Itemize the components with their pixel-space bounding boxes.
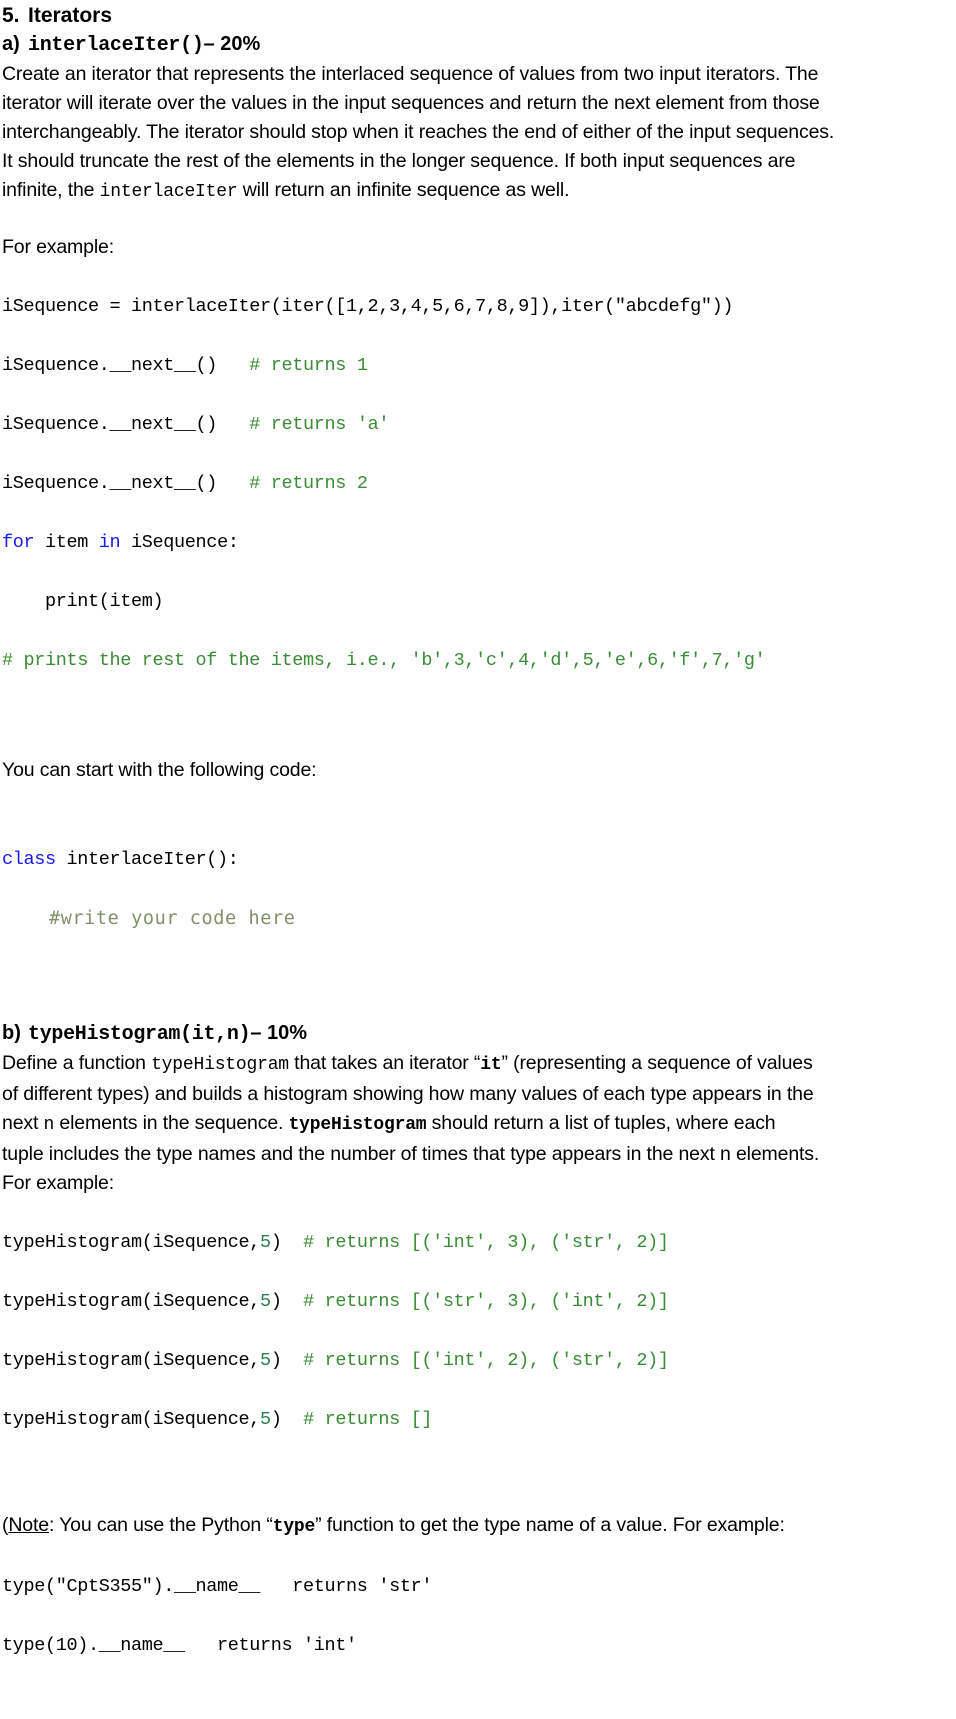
code-line: iSequence.__next__() # returns 1 [2,351,956,381]
part-b-example-intro: For example: [2,1172,114,1194]
inline-code: it [480,1055,502,1075]
inline-code: n [43,1115,55,1135]
inline-code: type [272,1517,316,1537]
desc-text: Define a function [2,1052,152,1074]
note-line: (Note: You can use the Python “type” fun… [2,1511,956,1542]
part-b-note: (Note: You can use the Python “type” fun… [2,1511,956,1542]
code-text: iSequence.__next__() [2,472,250,494]
desc-line: interchangeably. The iterator should sto… [2,121,835,143]
code-line: typeHistogram(iSequence,5) # returns [('… [2,1287,956,1317]
part-a-starter-intro: You can start with the following code: [2,759,317,781]
desc-text: ” (representing a sequence of values [501,1052,813,1074]
assignment-document: 5. Iterators a) interlaceIter()– 20% Creat… [0,0,956,1656]
desc-line: tuple includes the type names and the nu… [2,1143,820,1165]
part-a-starter-intro-wrap: You can start with the following code: [2,756,956,785]
code-text: type("CptS355").__name__ returns 'str' [2,1575,433,1597]
part-b-description: Define a function typeHistogram that tak… [2,1049,956,1198]
desc-text: that takes an iterator “ [288,1052,481,1074]
code-text: iSequence = interlaceIter(iter([1,2,3,4,… [2,295,734,317]
code-line: iSequence.__next__() # returns 2 [2,469,956,499]
part-a-example-intro: For example: [2,236,114,258]
inline-code: interlaceIter [99,182,238,202]
code-placeholder-comment: #write your code here [2,907,296,929]
code-line: type("CptS355").__name__ returns 'str' [2,1572,956,1602]
code-line: print(item) [2,587,956,617]
desc-text: elements in the sequence. [54,1112,289,1134]
code-text: typeHistogram(iSequence, [2,1290,261,1312]
code-line-placeholder: #write your code here [2,904,956,935]
code-line: # prints the rest of the items, i.e., 'b… [2,646,956,676]
code-line: typeHistogram(iSequence,5) # returns [('… [2,1228,956,1258]
code-text: iSequence: [120,531,239,553]
note-code-block: type("CptS355").__name__ returns 'str' t… [2,1542,956,1719]
code-text: item [34,531,99,553]
part-b-weight: – 10% [250,1022,308,1044]
code-line-class: class interlaceIter(): [2,845,956,875]
desc-line: of different types) and builds a histogr… [2,1083,814,1105]
code-comment: # returns [] [303,1408,433,1430]
code-text: ) [270,1349,304,1371]
desc-text: next [2,1112,44,1134]
code-line: typeHistogram(iSequence,5) # returns [('… [2,1346,956,1376]
code-text: type(10).__name__ returns 'int' [2,1634,357,1656]
code-line: iSequence.__next__() # returns 'a' [2,410,956,440]
code-text: ) [270,1290,304,1312]
code-text: print(item) [2,590,164,612]
code-text: iSequence.__next__() [2,413,250,435]
code-text: interlaceIter(): [55,848,239,870]
code-line: typeHistogram(iSequence,5) # returns [] [2,1405,956,1435]
section-number: 5. [2,4,20,27]
part-b-label: b) [2,1022,21,1044]
part-a-code-block: iSequence = interlaceIter(iter([1,2,3,4,… [2,262,956,734]
section-title: Iterators [28,4,113,27]
code-comment: # returns 'a' [249,413,390,435]
code-comment: # returns 2 [249,472,368,494]
code-comment: # returns [('str', 3), ('int', 2)] [303,1290,669,1312]
keyword-in: in [98,531,121,553]
code-text: typeHistogram(iSequence, [2,1408,261,1430]
code-number-arg: 5 [260,1231,271,1253]
code-comment: # returns [('int', 2), ('str', 2)] [303,1349,669,1371]
part-a-weight: – 20% [203,33,261,55]
part-a-heading: a) interlaceIter()– 20% [2,30,956,60]
part-a-label: a) [2,33,20,55]
section-heading: 5. Iterators [2,2,956,30]
note-text: ” function to get the type name of a val… [315,1514,785,1536]
desc-line: Create an iterator that represents the i… [2,63,819,85]
code-comment: # prints the rest of the items, i.e., 'b… [2,649,766,671]
code-number-arg: 5 [260,1349,271,1371]
part-a-starter-code: class interlaceIter(): #write your code … [2,815,956,993]
note-label: Note [8,1514,49,1536]
inline-code: typeHistogram [288,1115,427,1135]
desc-line-final: infinite, the interlaceIter will return … [2,176,956,207]
part-b-signature: typeHistogram(it,n) [28,1023,251,1046]
desc-text: will return an infinite sequence as well… [237,179,570,201]
code-comment: # returns 1 [249,354,368,376]
code-text: ) [270,1408,304,1430]
code-text: iSequence.__next__() [2,354,250,376]
code-line-for: for item in iSequence: [2,528,956,558]
code-text: typeHistogram(iSequence, [2,1349,261,1371]
part-a-example-intro-wrap: For example: [2,233,956,262]
code-line: iSequence = interlaceIter(iter([1,2,3,4,… [2,292,956,322]
note-text: : You can use the Python “ [48,1514,273,1536]
code-text: typeHistogram(iSequence, [2,1231,261,1253]
code-line: type(10).__name__ returns 'int' [2,1631,956,1661]
code-number-arg: 5 [260,1408,271,1430]
code-comment: # returns [('int', 3), ('str', 2)] [303,1231,669,1253]
inline-code: typeHistogram [151,1055,289,1075]
desc-line: iterator will iterate over the values in… [2,92,820,114]
part-a-description: Create an iterator that represents the i… [2,60,956,207]
desc-line: Define a function typeHistogram that tak… [2,1049,956,1080]
keyword-class: class [2,848,56,870]
part-a-signature: interlaceIter() [28,34,204,57]
desc-line: next n elements in the sequence. typeHis… [2,1109,956,1140]
desc-text: infinite, the [2,179,100,201]
desc-text: should return a list of tuples, where ea… [426,1112,776,1134]
keyword-for: for [2,531,35,553]
part-b-code-block: typeHistogram(iSequence,5) # returns [('… [2,1198,956,1493]
code-number-arg: 5 [260,1290,271,1312]
code-text: ) [270,1231,304,1253]
desc-line: It should truncate the rest of the eleme… [2,150,796,172]
